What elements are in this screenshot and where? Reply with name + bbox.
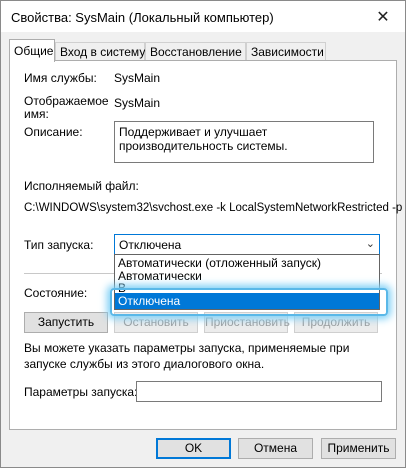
title-bar: Свойства: SysMain (Локальный компьютер) … bbox=[1, 1, 405, 32]
display-name-label: Отображаемое bbox=[24, 94, 109, 108]
startup-hint: Вы можете указать параметры запуска, при… bbox=[24, 341, 350, 371]
apply-button[interactable]: Применить bbox=[321, 438, 396, 459]
tab-general[interactable]: Общие bbox=[9, 39, 55, 62]
tab-logon[interactable]: Вход в систему bbox=[55, 42, 145, 61]
service-name-value: SysMain bbox=[114, 71, 161, 85]
tab-dependencies[interactable]: Зависимости bbox=[246, 42, 326, 61]
start-button[interactable]: Запустить bbox=[24, 312, 108, 333]
description-label: Описание: bbox=[24, 125, 83, 139]
display-name-label-2: имя: bbox=[24, 107, 49, 121]
window-title: Свойства: SysMain (Локальный компьютер) bbox=[11, 10, 274, 25]
startup-params-label: Параметры запуска: bbox=[24, 385, 138, 399]
general-panel: Имя службы: SysMain Отображаемое имя: Sy… bbox=[9, 60, 402, 430]
close-button[interactable]: ✕ bbox=[361, 1, 405, 32]
close-icon: ✕ bbox=[376, 8, 390, 26]
startup-type-select[interactable]: Отключена ⌄ bbox=[114, 234, 380, 255]
ok-button[interactable]: OK bbox=[156, 438, 231, 459]
tab-recovery[interactable]: Восстановление bbox=[145, 42, 246, 61]
service-name-label: Имя службы: bbox=[24, 71, 97, 85]
startup-type-value: Отключена bbox=[119, 238, 182, 252]
description-textbox[interactable]: Поддерживает и улучшает производительнос… bbox=[114, 121, 374, 163]
chevron-down-icon: ⌄ bbox=[365, 238, 375, 250]
exe-path: C:\WINDOWS\system32\svchost.exe -k Local… bbox=[24, 202, 403, 214]
option-auto-delayed[interactable]: Автоматически (отложенный запуск) bbox=[115, 256, 379, 270]
startup-params-input[interactable] bbox=[136, 381, 382, 402]
display-name-value: SysMain bbox=[114, 96, 161, 110]
properties-dialog: Свойства: SysMain (Локальный компьютер) … bbox=[0, 0, 406, 468]
startup-type-label: Тип запуска: bbox=[24, 238, 94, 252]
exe-label: Исполняемый файл: bbox=[24, 179, 139, 193]
highlight-ring bbox=[110, 288, 388, 316]
status-label: Состояние: bbox=[24, 286, 88, 300]
cancel-button[interactable]: Отмена bbox=[238, 438, 313, 459]
